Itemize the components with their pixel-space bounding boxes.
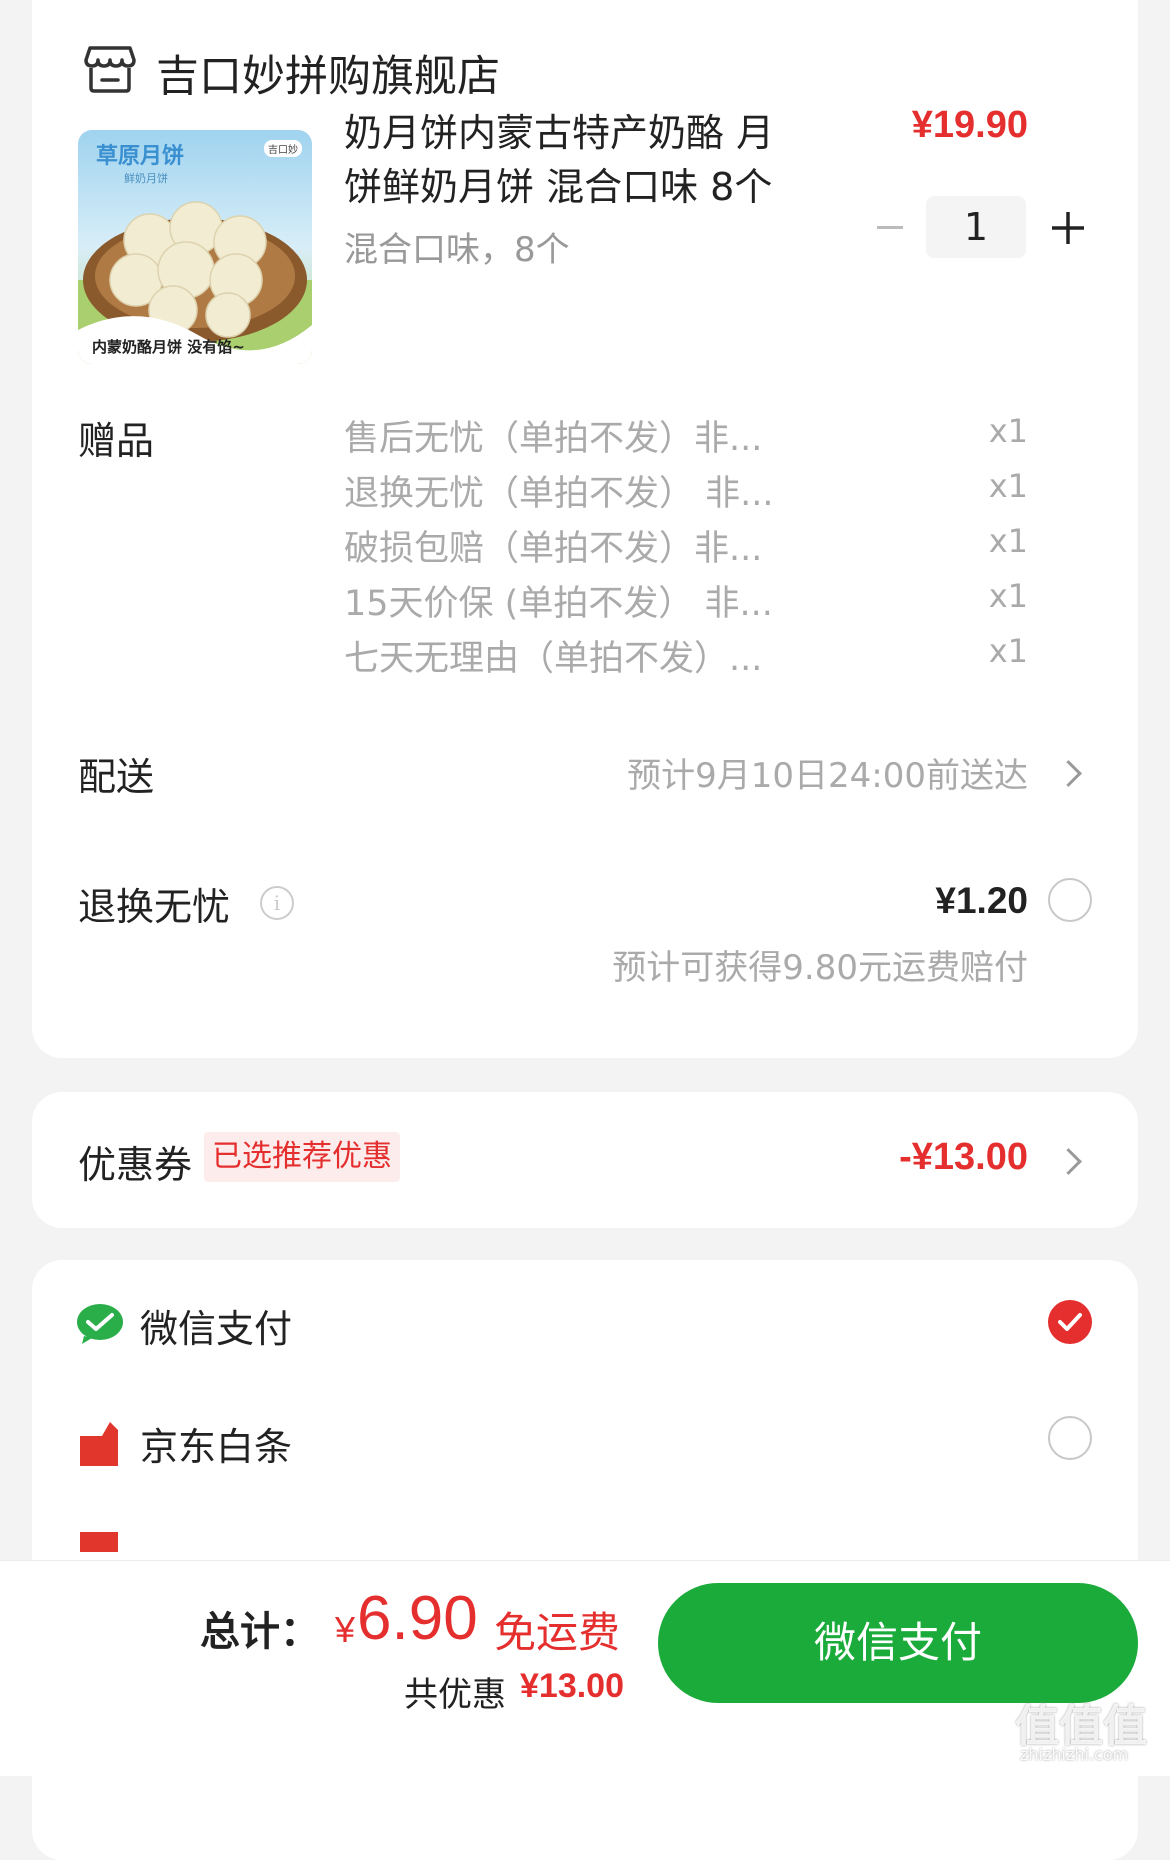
- image-bottom-text: 内蒙奶酪月饼 没有馅~: [92, 338, 245, 356]
- gift-item-qty: x1: [988, 412, 1028, 450]
- store-icon: [84, 44, 136, 94]
- free-shipping-text: 免运费: [494, 1608, 621, 1657]
- product-title-line2[interactable]: 饼鲜奶月饼 混合口味 8个: [344, 156, 772, 211]
- image-title-text: 草原月饼: [96, 144, 185, 169]
- gift-item-name: 退换无忧（单拍不发） 非...: [344, 474, 774, 514]
- total-label: 总计：: [200, 1609, 320, 1655]
- return-insurance-radio[interactable]: [1048, 878, 1092, 922]
- gift-item-qty: x1: [988, 577, 1028, 615]
- total-amount: 6.90: [357, 1584, 478, 1653]
- quantity-plus-button[interactable]: [1050, 198, 1086, 258]
- jd-baitiao-radio[interactable]: [1048, 1416, 1092, 1460]
- checkout-bar: 总计： ¥ 6.90 免运费 共优惠 ¥13.00 微信支付: [0, 1560, 1170, 1776]
- gift-item-name: 破损包赔（单拍不发）非...: [344, 529, 763, 569]
- image-sub-text: 鲜奶月饼: [124, 172, 168, 185]
- gift-item-qty: x1: [988, 522, 1028, 560]
- payment-method-partial[interactable]: [80, 1532, 118, 1552]
- gift-item-qty: x1: [988, 467, 1028, 505]
- delivery-label: 配送: [78, 755, 155, 799]
- gift-item-qty: x1: [988, 632, 1028, 670]
- order-card: 吉口妙拼购旗舰店 草原月饼 鲜奶月饼 吉口妙 内蒙奶酪月饼 没有馅~ 奶月饼内蒙…: [32, 0, 1138, 1058]
- coupon-amount: -¥13.00: [899, 1136, 1028, 1178]
- shop-name[interactable]: 吉口妙拼购旗舰店: [156, 42, 500, 104]
- product-price: ¥19.90: [911, 104, 1028, 146]
- delivery-estimate[interactable]: 预计9月10日24:00前送达: [627, 748, 1028, 797]
- payment-method-wechat[interactable]: 微信支付: [140, 1298, 292, 1353]
- return-insurance-label: 退换无忧: [78, 885, 231, 929]
- gifts-label: 赠品: [78, 419, 155, 463]
- saved-label: 共优惠: [404, 1675, 506, 1715]
- quantity-input[interactable]: 1: [926, 196, 1026, 258]
- saved-amount: ¥13.00: [520, 1667, 624, 1705]
- wechat-pay-icon: [76, 1302, 124, 1350]
- coupon-label: 优惠券: [78, 1143, 193, 1187]
- gift-item-name: 15天价保 (单拍不发） 非...: [344, 584, 773, 624]
- product-image[interactable]: 草原月饼 鲜奶月饼 吉口妙 内蒙奶酪月饼 没有馅~: [78, 130, 312, 364]
- selected-check-icon[interactable]: [1048, 1300, 1092, 1344]
- product-title-line1[interactable]: 奶月饼内蒙古特产奶酪 月: [344, 102, 774, 157]
- return-insurance-price: ¥1.20: [935, 880, 1028, 921]
- gift-item-name: 七天无理由（单拍不发）...: [344, 639, 763, 679]
- watermark-sub: zhizhizhi.com: [1020, 1745, 1129, 1764]
- chevron-right-icon[interactable]: [1055, 760, 1082, 787]
- quantity-minus-button[interactable]: [877, 226, 903, 229]
- jd-baitiao-icon: [80, 1422, 118, 1470]
- coupon-card[interactable]: 优惠券 已选推荐优惠 -¥13.00: [32, 1092, 1138, 1228]
- return-insurance-note: 预计可获得9.80元运费赔付: [612, 948, 1028, 988]
- image-brand-text: 吉口妙: [264, 140, 302, 157]
- gift-item-name: 售后无忧（单拍不发）非...: [344, 419, 763, 459]
- payment-method-jd-baitiao[interactable]: 京东白条: [140, 1416, 292, 1471]
- chevron-right-icon[interactable]: [1055, 1148, 1082, 1175]
- total-currency: ¥: [335, 1609, 356, 1650]
- info-icon[interactable]: i: [260, 886, 294, 920]
- coupon-status-badge: 已选推荐优惠: [204, 1132, 400, 1182]
- pay-button[interactable]: 微信支付: [658, 1583, 1138, 1703]
- product-spec: 混合口味，8个: [344, 230, 570, 270]
